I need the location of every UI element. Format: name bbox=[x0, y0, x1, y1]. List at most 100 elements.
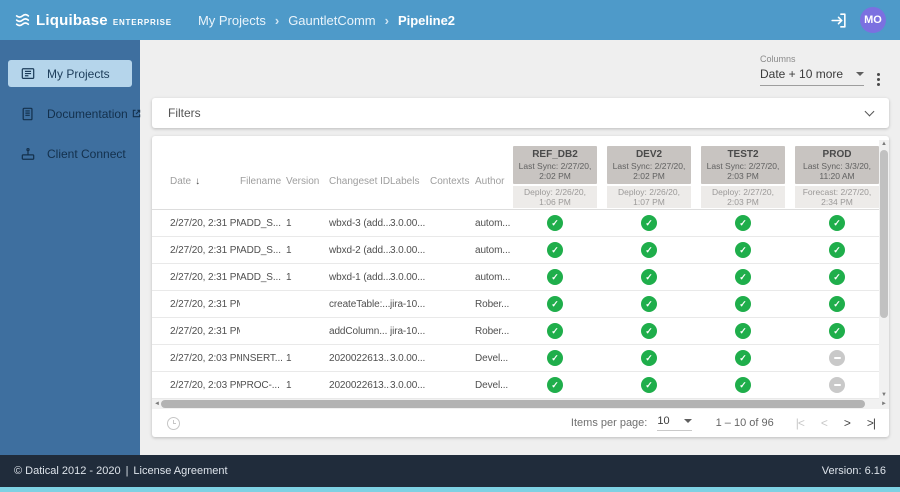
cell-filename: ADD_S... bbox=[240, 245, 286, 256]
column-header-filename[interactable]: Filename bbox=[240, 136, 286, 209]
status-success-icon[interactable] bbox=[641, 377, 657, 393]
client-connect-icon bbox=[21, 147, 35, 161]
history-clock-icon[interactable] bbox=[167, 417, 180, 430]
table-row[interactable]: 2/27/20, 2:03 PMINSERT...12020022613...3… bbox=[152, 345, 889, 372]
pagination-bar: Items per page: 10 1 – 10 of 96 |< < > >… bbox=[152, 409, 889, 437]
horizontal-scrollbar[interactable]: ◄ ► bbox=[152, 399, 889, 409]
status-success-icon[interactable] bbox=[641, 296, 657, 312]
status-success-icon[interactable] bbox=[547, 242, 563, 258]
status-skipped-icon[interactable] bbox=[829, 350, 845, 366]
status-success-icon[interactable] bbox=[641, 215, 657, 231]
environment-column-header[interactable]: TEST2 Last Sync: 2/27/20, 2:03 PM Deploy… bbox=[701, 146, 785, 209]
table-row[interactable]: 2/27/20, 2:31 PMADD_S...1wbxd-2 (add...3… bbox=[152, 237, 889, 264]
status-success-icon[interactable] bbox=[829, 296, 845, 312]
column-header-contexts[interactable]: Contexts bbox=[430, 136, 475, 209]
environment-deploy-date: Deploy: 2/26/20, 1:07 PM bbox=[607, 186, 691, 208]
cell-changeset_id: addColumn... bbox=[329, 326, 390, 337]
status-success-icon[interactable] bbox=[829, 269, 845, 285]
sidebar-item-documentation[interactable]: Documentation bbox=[8, 100, 132, 127]
copyright-text: © Datical 2012 - 2020 bbox=[14, 465, 121, 477]
cell-author: autom... bbox=[475, 272, 513, 283]
environment-name: DEV2 bbox=[609, 149, 689, 160]
license-agreement-link[interactable]: License Agreement bbox=[133, 465, 227, 477]
previous-page-button[interactable]: < bbox=[821, 416, 827, 430]
status-success-icon[interactable] bbox=[547, 323, 563, 339]
sort-desc-icon: ↓ bbox=[195, 176, 200, 187]
status-success-icon[interactable] bbox=[735, 350, 751, 366]
status-success-icon[interactable] bbox=[735, 242, 751, 258]
scroll-right-icon[interactable]: ► bbox=[881, 401, 887, 407]
cell-environment-status bbox=[701, 242, 785, 258]
cell-environment-status bbox=[701, 215, 785, 231]
status-success-icon[interactable] bbox=[829, 323, 845, 339]
environment-column-header[interactable]: DEV2 Last Sync: 2/27/20, 2:02 PM Deploy:… bbox=[607, 146, 691, 209]
table-row[interactable]: 2/27/20, 2:31 PMADD_S...1wbxd-3 (add...3… bbox=[152, 210, 889, 237]
status-success-icon[interactable] bbox=[547, 377, 563, 393]
cell-date: 2/27/20, 2:31 PM bbox=[170, 245, 240, 256]
column-header-label: Filename bbox=[240, 176, 281, 187]
cell-environment-status bbox=[795, 377, 879, 393]
environment-column-header[interactable]: REF_DB2 Last Sync: 2/27/20, 2:02 PM Depl… bbox=[513, 146, 597, 209]
status-success-icon[interactable] bbox=[641, 242, 657, 258]
status-success-icon[interactable] bbox=[641, 269, 657, 285]
user-avatar[interactable]: MO bbox=[860, 7, 886, 33]
items-per-page-label: Items per page: bbox=[571, 417, 647, 429]
cell-filename: PROC-... bbox=[240, 380, 286, 391]
cell-author: Rober... bbox=[475, 326, 513, 337]
cell-environment-status bbox=[795, 323, 879, 339]
kebab-menu-icon[interactable] bbox=[874, 68, 883, 91]
status-success-icon[interactable] bbox=[735, 215, 751, 231]
pagination-range: 1 – 10 of 96 bbox=[716, 417, 774, 429]
status-success-icon[interactable] bbox=[735, 296, 751, 312]
status-success-icon[interactable] bbox=[735, 377, 751, 393]
cell-changeset_id: wbxd-1 (add... bbox=[329, 272, 390, 283]
table-header-row: Date↓Filename VersionChangeset IDLabelsCo… bbox=[152, 136, 889, 210]
status-success-icon[interactable] bbox=[547, 350, 563, 366]
documentation-icon bbox=[21, 107, 35, 121]
scroll-down-icon[interactable]: ▼ bbox=[881, 392, 887, 398]
horizontal-scrollbar-thumb[interactable] bbox=[161, 400, 865, 408]
column-header-labels[interactable]: Labels bbox=[390, 136, 430, 209]
status-success-icon[interactable] bbox=[829, 242, 845, 258]
breadcrumb-my-projects[interactable]: My Projects bbox=[198, 13, 266, 28]
filters-panel[interactable]: Filters bbox=[152, 98, 889, 128]
items-per-page-select[interactable]: 10 bbox=[657, 415, 691, 431]
table-row[interactable]: 2/27/20, 2:31 PMADD_S...1wbxd-1 (add...3… bbox=[152, 264, 889, 291]
next-page-button[interactable]: > bbox=[844, 416, 850, 430]
status-success-icon[interactable] bbox=[641, 323, 657, 339]
status-success-icon[interactable] bbox=[735, 323, 751, 339]
environment-last-sync: Last Sync: 3/3/20, 11:20 AM bbox=[797, 161, 877, 181]
cell-environment-status bbox=[513, 377, 597, 393]
cell-filename: ADD_S... bbox=[240, 272, 286, 283]
column-header-date[interactable]: Date↓ bbox=[170, 136, 240, 209]
vertical-scrollbar-thumb[interactable] bbox=[880, 150, 888, 318]
status-skipped-icon[interactable] bbox=[829, 377, 845, 393]
status-success-icon[interactable] bbox=[735, 269, 751, 285]
sidebar-item-my-projects[interactable]: My Projects bbox=[8, 60, 132, 87]
breadcrumb-gauntletcomm[interactable]: GauntletComm bbox=[288, 13, 375, 28]
scroll-left-icon[interactable]: ◄ bbox=[154, 401, 160, 407]
first-page-button[interactable]: |< bbox=[796, 416, 804, 430]
logout-icon[interactable] bbox=[829, 11, 848, 30]
status-success-icon[interactable] bbox=[547, 269, 563, 285]
status-success-icon[interactable] bbox=[547, 215, 563, 231]
column-header-author[interactable]: Author bbox=[475, 136, 513, 209]
scroll-up-icon[interactable]: ▲ bbox=[881, 141, 887, 147]
vertical-scrollbar[interactable]: ▲ ▼ bbox=[879, 140, 889, 399]
cell-environment-status bbox=[607, 269, 691, 285]
table-row[interactable]: 2/27/20, 2:31 PMaddColumn...jira-10...Ro… bbox=[152, 318, 889, 345]
environment-last-sync: Last Sync: 2/27/20, 2:02 PM bbox=[515, 161, 595, 181]
cell-environment-status bbox=[607, 242, 691, 258]
environment-deploy-date: Deploy: 2/27/20, 2:03 PM bbox=[701, 186, 785, 208]
environment-column-header[interactable]: PROD Last Sync: 3/3/20, 11:20 AM Forecas… bbox=[795, 146, 879, 209]
sidebar-item-client-connect[interactable]: Client Connect bbox=[8, 140, 132, 167]
column-header-version[interactable]: Version bbox=[286, 136, 329, 209]
status-success-icon[interactable] bbox=[547, 296, 563, 312]
columns-select[interactable]: Date + 10 more bbox=[760, 67, 864, 86]
status-success-icon[interactable] bbox=[641, 350, 657, 366]
table-row[interactable]: 2/27/20, 2:03 PMPROC-...12020022613...3.… bbox=[152, 372, 889, 399]
column-header-changeset_id[interactable]: Changeset ID bbox=[329, 136, 390, 209]
table-row[interactable]: 2/27/20, 2:31 PMcreateTable:...jira-10..… bbox=[152, 291, 889, 318]
status-success-icon[interactable] bbox=[829, 215, 845, 231]
last-page-button[interactable]: >| bbox=[867, 416, 875, 430]
